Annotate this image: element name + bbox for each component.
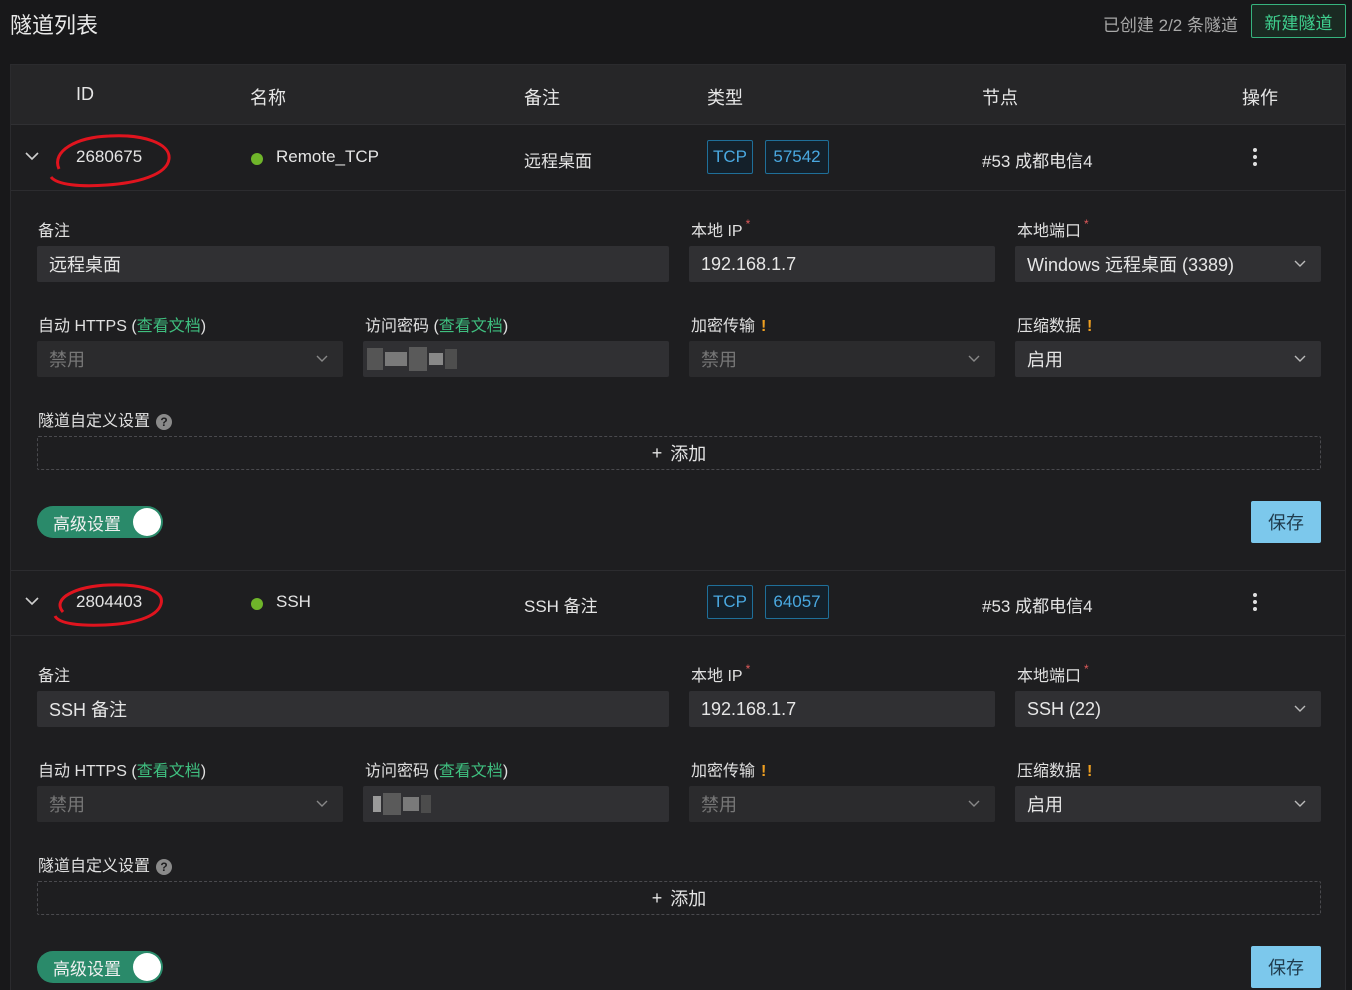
help-icon[interactable]: ? <box>156 413 173 430</box>
advanced-settings-toggle[interactable]: 高级设置 <box>37 951 163 983</box>
compress-value: 启用 <box>1027 795 1063 815</box>
access-password-label: 访问密码 (查看文档) <box>365 318 509 335</box>
tunnel-note: SSH 备注 <box>524 597 598 616</box>
col-type: 类型 <box>707 88 743 108</box>
encrypt-select[interactable]: 禁用 <box>689 341 995 377</box>
auto-https-label: 自动 HTTPS (查看文档) <box>38 763 207 780</box>
toggle-knob <box>133 953 161 981</box>
add-custom-setting-button[interactable]: + 添加 <box>37 881 1321 915</box>
chevron-down-icon <box>1294 800 1306 807</box>
auto-https-select[interactable]: 禁用 <box>37 786 343 822</box>
note-label: 备注 <box>38 223 71 240</box>
tunnel-note: 远程桌面 <box>524 152 592 171</box>
doc-link[interactable]: 查看文档 <box>439 763 503 780</box>
tunnel-id: 2680675 <box>76 147 143 166</box>
add-label: 添加 <box>670 444 707 464</box>
more-actions-icon[interactable] <box>1249 593 1261 615</box>
tunnel-count: 已创建 2/2 条隧道 <box>1102 16 1238 35</box>
port-tag: 64057 <box>765 585 829 619</box>
doc-link[interactable]: 查看文档 <box>137 763 201 780</box>
status-dot <box>251 153 263 165</box>
compress-label: 压缩数据! <box>1017 763 1093 780</box>
advanced-settings-toggle[interactable]: 高级设置 <box>37 506 163 538</box>
tunnel-detail-panel: 备注 SSH 备注 本地 IP * 192.168.1.7 本地端口 * SSH (… <box>11 636 1345 990</box>
table-row[interactable]: 2680675 Remote_TCP 远程桌面 TCP 57542 #53 成都… <box>11 125 1345 191</box>
port-tag: 57542 <box>765 140 829 174</box>
tunnel-detail-panel: 备注 远程桌面 本地 IP * 192.168.1.7 本地端口 * Windows… <box>11 191 1345 571</box>
auto-https-value: 禁用 <box>49 795 85 815</box>
tunnel-name: SSH <box>276 592 311 611</box>
chevron-down-icon <box>968 800 980 807</box>
note-input[interactable]: SSH 备注 <box>37 691 669 727</box>
col-note: 备注 <box>524 88 560 108</box>
more-actions-icon[interactable] <box>1249 148 1261 170</box>
chevron-down-icon <box>1294 355 1306 362</box>
redacted-password <box>363 341 457 377</box>
note-input[interactable]: 远程桌面 <box>37 246 669 282</box>
encrypt-label: 加密传输! <box>691 318 767 335</box>
compress-select[interactable]: 启用 <box>1015 341 1321 377</box>
col-id: ID <box>76 84 94 104</box>
col-name: 名称 <box>250 88 286 108</box>
local-port-label: 本地端口 * <box>1017 217 1089 240</box>
toggle-knob <box>133 508 161 536</box>
tunnel-table: ID 名称 备注 类型 节点 操作 2680675 Remote_TCP 远程桌… <box>10 64 1346 990</box>
local-port-value: SSH (22) <box>1027 698 1102 719</box>
auto-https-label: 自动 HTTPS (查看文档) <box>38 318 207 335</box>
compress-label: 压缩数据! <box>1017 318 1093 335</box>
doc-link[interactable]: 查看文档 <box>439 318 503 335</box>
doc-link[interactable]: 查看文档 <box>137 318 201 335</box>
chevron-down-icon <box>1294 705 1306 712</box>
advanced-label: 高级设置 <box>53 514 121 534</box>
chevron-down-icon[interactable] <box>23 592 41 610</box>
auto-https-value: 禁用 <box>49 350 85 370</box>
chevron-down-icon[interactable] <box>23 147 41 165</box>
compress-select[interactable]: 启用 <box>1015 786 1321 822</box>
add-label: 添加 <box>670 889 707 909</box>
encrypt-select[interactable]: 禁用 <box>689 786 995 822</box>
advanced-label: 高级设置 <box>53 959 121 979</box>
local-ip-label: 本地 IP * <box>691 217 751 240</box>
protocol-tag: TCP <box>707 585 753 619</box>
access-password-label: 访问密码 (查看文档) <box>365 763 509 780</box>
local-port-value: Windows 远程桌面 (3389) <box>1027 255 1235 275</box>
tunnel-name: Remote_TCP <box>276 147 379 166</box>
add-custom-setting-button[interactable]: + 添加 <box>37 436 1321 470</box>
auto-https-select[interactable]: 禁用 <box>37 341 343 377</box>
help-icon[interactable]: ? <box>156 858 173 875</box>
table-row[interactable]: 2804403 SSH SSH 备注 TCP 64057 #53 成都电信4 <box>11 570 1345 636</box>
encrypt-value: 禁用 <box>701 795 737 815</box>
chevron-down-icon <box>1294 260 1306 267</box>
local-ip-input[interactable]: 192.168.1.7 <box>689 691 995 727</box>
local-ip-input[interactable]: 192.168.1.7 <box>689 246 995 282</box>
col-actions: 操作 <box>1242 88 1278 108</box>
plus-icon: + <box>651 442 663 463</box>
encrypt-value: 禁用 <box>701 350 737 370</box>
custom-settings-label: 隧道自定义设置? <box>38 407 173 431</box>
redacted-password <box>369 786 431 822</box>
page-title: 隧道列表 <box>10 13 99 38</box>
col-node: 节点 <box>982 88 1018 108</box>
compress-value: 启用 <box>1027 350 1063 370</box>
plus-icon: + <box>651 887 663 908</box>
local-port-label: 本地端口 * <box>1017 662 1089 685</box>
local-port-select[interactable]: SSH (22) <box>1015 691 1321 727</box>
chevron-down-icon <box>316 800 328 807</box>
table-header: ID 名称 备注 类型 节点 操作 <box>11 65 1345 125</box>
tunnel-id: 2804403 <box>76 592 143 611</box>
chevron-down-icon <box>968 355 980 362</box>
local-port-select[interactable]: Windows 远程桌面 (3389) <box>1015 246 1321 282</box>
local-ip-label: 本地 IP * <box>691 662 751 685</box>
chevron-down-icon <box>316 355 328 362</box>
status-dot <box>251 598 263 610</box>
encrypt-label: 加密传输! <box>691 763 767 780</box>
new-tunnel-button[interactable]: 新建隧道 <box>1251 4 1346 38</box>
custom-settings-label: 隧道自定义设置? <box>38 852 173 876</box>
note-label: 备注 <box>38 668 71 685</box>
tunnel-node: #53 成都电信4 <box>982 152 1093 171</box>
protocol-tag: TCP <box>707 140 753 174</box>
save-button[interactable]: 保存 <box>1251 501 1321 543</box>
save-button[interactable]: 保存 <box>1251 946 1321 988</box>
tunnel-node: #53 成都电信4 <box>982 597 1093 616</box>
